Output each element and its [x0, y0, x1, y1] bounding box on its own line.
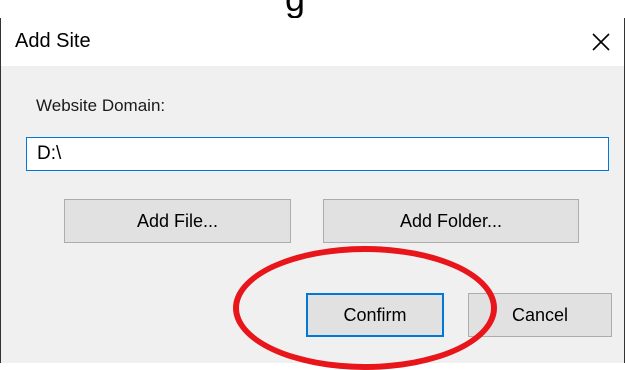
clipped-heading-fragment: g [285, 0, 305, 20]
website-domain-input[interactable] [26, 137, 609, 171]
cancel-button[interactable]: Cancel [468, 293, 612, 337]
add-file-button[interactable]: Add File... [64, 199, 291, 243]
dialog-title: Add Site [15, 30, 91, 52]
add-site-dialog: Add Site Website Domain: Add File... Add… [0, 18, 625, 363]
confirm-button[interactable]: Confirm [306, 293, 444, 337]
add-folder-button[interactable]: Add Folder... [323, 199, 579, 243]
website-domain-label: Website Domain: [36, 96, 166, 115]
dialog-titlebar: Add Site [1, 18, 624, 66]
close-icon [592, 33, 610, 51]
close-button[interactable] [582, 22, 620, 62]
